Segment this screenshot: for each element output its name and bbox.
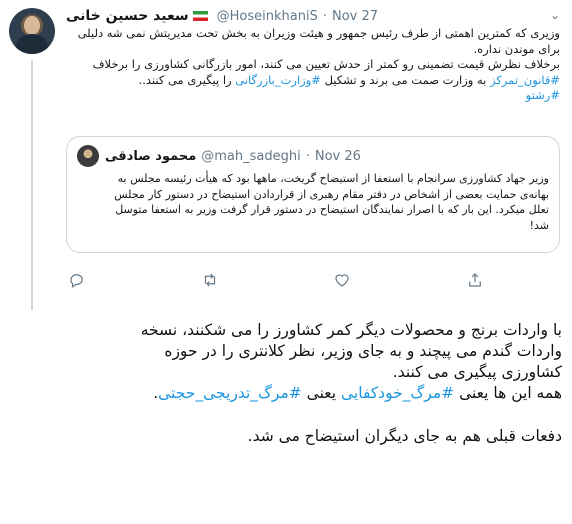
caption-line: با واردات برنج و محصولات دیگر کمر کشاورز… <box>140 321 562 339</box>
tweet-card: سعید حسین خانی @HoseinkhaniS · Nov 27 ⌄ … <box>0 0 572 310</box>
tweet-body: وزیری که کمترین اهمتی از طرف رئیس جمهور … <box>66 26 560 104</box>
caption-line: واردات گندم می پیچند و به جای وزیر، نظر … <box>164 342 562 360</box>
hashtag-link[interactable]: #مرگ_تدریجی_حجتی <box>158 384 302 402</box>
like-icon[interactable] <box>331 270 353 290</box>
caption-line: همه این ها یعنی #مرگ_خودکفایی یعنی #مرگ_… <box>12 383 562 404</box>
quote-date: Nov 26 <box>314 148 361 164</box>
caption-line: دفعات قبلی هم به جای دیگران استیضاح می ش… <box>247 427 562 445</box>
tweet-line: وزیری که کمترین اهمتی از طرف رئیس جمهور … <box>77 26 560 40</box>
tweet-line: #رشتو <box>66 88 560 104</box>
caption-line: کشاورزی پیگیری می کنند. <box>392 363 562 381</box>
quote-author-handle: @mah_sadeghi <box>201 148 301 164</box>
hashtag-link[interactable]: #رشتو <box>526 88 560 102</box>
post-caption: با واردات برنج و محصولات دیگر کمر کشاورز… <box>0 314 572 524</box>
tweet-text-fragment: به وزارت صمت می برند و تشکیل <box>320 72 490 87</box>
author-handle[interactable]: @HoseinkhaniS <box>217 9 318 24</box>
quoted-tweet[interactable]: محمود صادقی @mah_sadeghi · Nov 26 وزیر ج… <box>66 136 560 253</box>
hashtag-link[interactable]: #قانون_تمرکز <box>490 73 560 87</box>
retweet-icon[interactable] <box>199 270 221 290</box>
tweet-line: برای موندن نداره. <box>473 41 560 56</box>
caption-text-fragment: یعنی <box>301 384 341 402</box>
author-name[interactable]: سعید حسین خانی <box>66 8 189 24</box>
separator-dot: · <box>305 148 310 164</box>
hashtag-link[interactable]: #وزارت_بازرگانی <box>235 73 321 87</box>
quote-line: وزیر جهاد کشاورزی سرانجام با استعفا از ا… <box>117 172 549 185</box>
tweet-date[interactable]: Nov 27 <box>332 9 378 24</box>
quote-author-name: محمود صادقی <box>105 148 197 164</box>
tweet-actions <box>66 268 486 292</box>
tweet-line: برخلاف نظرش قیمت تضمینی رو کمتر از حدش ت… <box>92 57 560 71</box>
reply-icon[interactable] <box>66 270 88 290</box>
quote-header: محمود صادقی @mah_sadeghi · Nov 26 <box>77 145 361 167</box>
quote-body: وزیر جهاد کشاورزی سرانجام با استعفا از ا… <box>79 171 549 233</box>
separator-dot: · <box>322 8 327 24</box>
quote-line: بهانه‌ی حمایت بعضی از اشخاص در دفتر مقام… <box>114 187 549 201</box>
avatar-face <box>24 16 40 35</box>
caption-text-fragment: همه این ها یعنی <box>454 384 562 402</box>
hashtag-link[interactable]: #مرگ_خودکفایی <box>341 384 454 402</box>
quote-line: تعلل میکرد. این بار که با اصرار نمایندگا… <box>115 203 549 216</box>
chevron-down-icon[interactable]: ⌄ <box>550 8 560 22</box>
quote-line: شد! <box>529 218 549 232</box>
iran-flag-icon <box>192 11 208 21</box>
tweet-text-fragment: را پیگیری می کنند.. <box>138 72 236 87</box>
tweet-header: سعید حسین خانی @HoseinkhaniS · Nov 27 ⌄ <box>66 6 560 26</box>
tweet-line: #قانون_تمرکز به وزارت صمت می برند و تشکی… <box>66 73 560 89</box>
share-icon[interactable] <box>464 270 486 290</box>
quote-author-avatar <box>77 145 99 167</box>
avatar-body <box>16 34 48 54</box>
thread-line <box>31 60 33 310</box>
author-avatar[interactable] <box>9 8 55 54</box>
